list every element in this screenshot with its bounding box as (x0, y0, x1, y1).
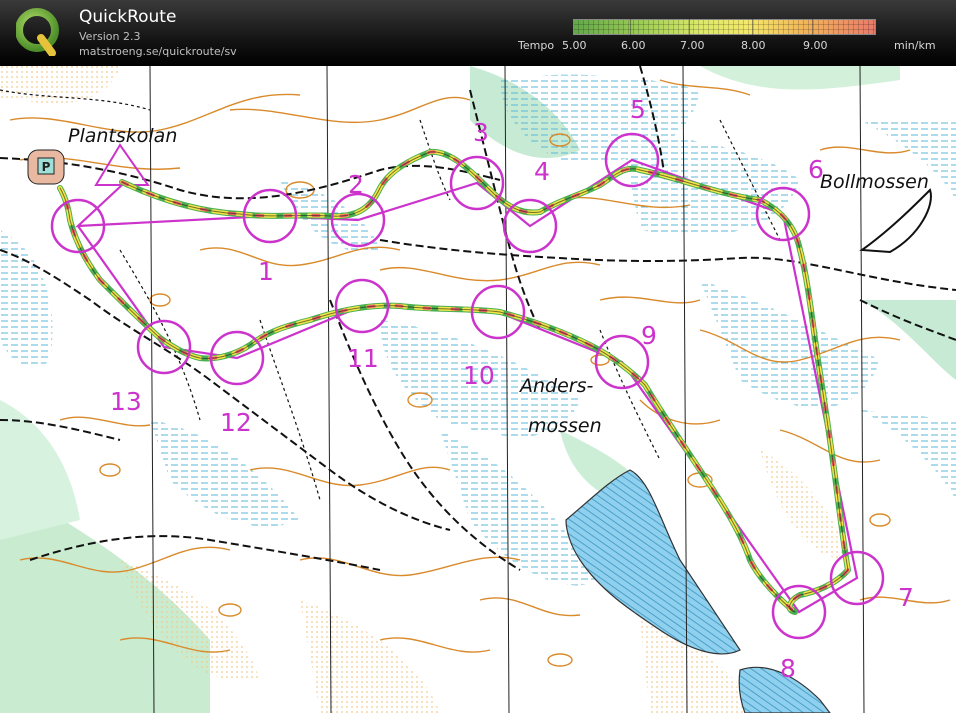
place-name-andersmossen-line2: mossen (528, 415, 602, 437)
place-name-plantskolan: Plantskolan (68, 125, 177, 147)
app-version: Version 2.3 (79, 30, 141, 43)
control-number-4: 4 (534, 157, 550, 186)
control-number-2: 2 (348, 170, 364, 199)
parking-area: P (27, 149, 65, 185)
control-number-5: 5 (630, 95, 646, 124)
control-number-12: 12 (220, 408, 252, 437)
legend-unit: min/km (894, 39, 936, 52)
control-number-3: 3 (473, 118, 489, 147)
legend-tick-label: 5.00 (562, 39, 587, 52)
map-canvas[interactable]: P 1 2 3 4 5 6 7 8 9 10 11 12 13 Plantsko… (0, 66, 956, 713)
legend-tick-label: 7.00 (680, 39, 705, 52)
control-number-13: 13 (110, 387, 142, 416)
control-number-7: 7 (898, 583, 914, 612)
legend-title: Tempo (518, 39, 555, 52)
app-name: QuickRoute (79, 7, 177, 27)
legend-tick-label: 6.00 (621, 39, 646, 52)
quickroute-logo-icon (16, 8, 59, 56)
control-number-9: 9 (641, 321, 657, 350)
app-url[interactable]: matstroeng.se/quickroute/sv (79, 45, 237, 58)
legend-tick-mark (689, 19, 690, 35)
control-number-11: 11 (347, 344, 379, 373)
control-number-10: 10 (463, 361, 495, 390)
app-header: QuickRoute Version 2.3 matstroeng.se/qui… (0, 0, 956, 66)
legend-tick-mark (812, 19, 813, 35)
control-number-8: 8 (780, 654, 796, 683)
tempo-color-scale (573, 19, 876, 35)
parking-label: P (42, 160, 51, 174)
place-name-andersmossen-line1: Anders- (518, 375, 594, 397)
legend-tick-label: 8.00 (741, 39, 766, 52)
legend-tick-mark (752, 19, 753, 35)
control-number-1: 1 (258, 257, 274, 286)
place-name-bollmossen: Bollmossen (820, 171, 929, 193)
legend-tick-mark (630, 19, 631, 35)
legend-tick-label: 9.00 (803, 39, 828, 52)
orienteering-map[interactable]: P 1 2 3 4 5 6 7 8 9 10 11 12 13 Plantsko… (0, 66, 956, 713)
